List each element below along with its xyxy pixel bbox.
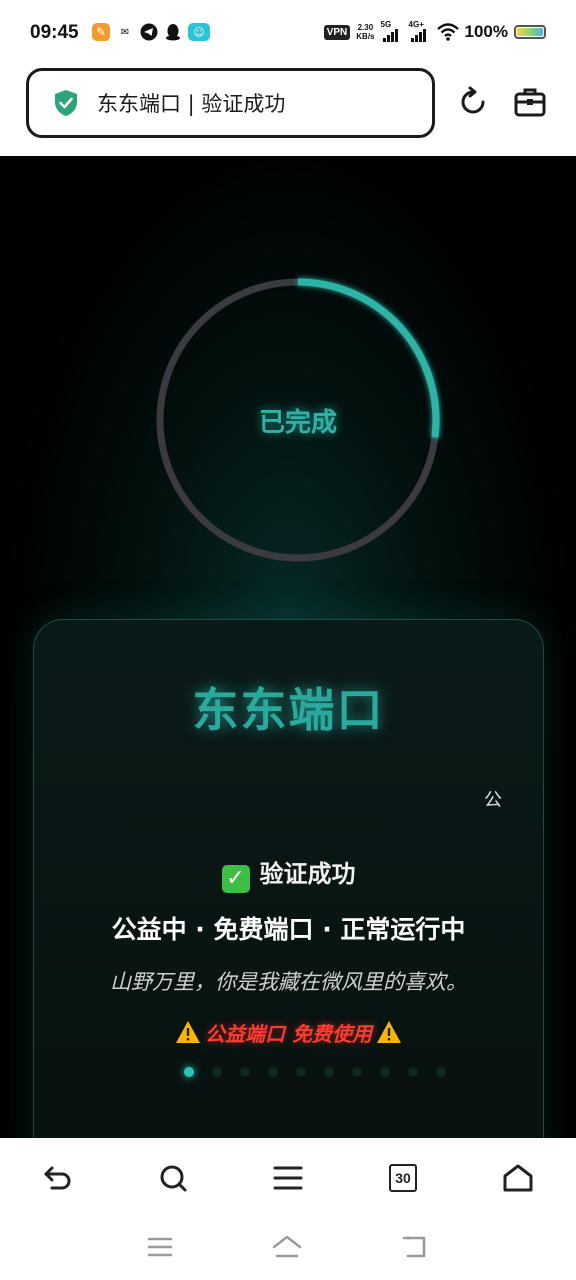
back-arrow-icon	[44, 1166, 71, 1190]
system-home-icon	[272, 1235, 302, 1258]
status-bar: 09:45 ✎ ✉ ☺ VPN 2.30 KB/s 5G 4G+ 100%	[0, 0, 576, 66]
system-indicators: VPN 2.30 KB/s 5G 4G+ 100%	[323, 20, 546, 42]
system-back-icon	[402, 1236, 426, 1258]
search-icon	[160, 1165, 187, 1192]
verified-status: ✓ 验证成功	[34, 854, 543, 893]
toolbox-icon	[514, 88, 546, 117]
progress-ring: 已完成	[150, 272, 446, 568]
quote-text: 山野万里，你是我藏在微风里的喜欢。	[110, 970, 467, 994]
progress-label: 已完成	[258, 407, 337, 438]
carousel-dot[interactable]	[324, 1067, 334, 1077]
system-home-button[interactable]	[270, 1232, 304, 1262]
recent-apps-icon	[147, 1237, 173, 1257]
carousel-dot[interactable]	[380, 1067, 390, 1077]
signal-5g-icon: 5G	[381, 20, 403, 42]
network-speed: 2.30 KB/s	[356, 23, 375, 41]
refresh-button[interactable]	[455, 84, 491, 120]
check-mark-icon: ✓	[221, 865, 250, 893]
info-card: 东东端口 公 ✓ 验证成功 公益中 · 免费端口 · 正常运行中 山野万里，你是我…	[33, 619, 544, 1138]
carousel-dots	[184, 1067, 446, 1077]
carousel-dot[interactable]	[268, 1067, 278, 1077]
home-icon	[503, 1164, 533, 1192]
carousel-dot[interactable]	[240, 1067, 250, 1077]
menu-icon	[273, 1166, 303, 1190]
wifi-icon	[436, 23, 459, 41]
tabs-button[interactable]: 30	[383, 1158, 423, 1198]
app-icon: ☺	[188, 23, 210, 41]
search-button[interactable]	[153, 1158, 193, 1198]
vpn-badge: VPN	[323, 24, 351, 40]
carousel-dot[interactable]	[212, 1067, 222, 1077]
browser-bottom-bar: 30	[0, 1138, 576, 1216]
carousel-dot[interactable]	[408, 1067, 418, 1077]
shield-check-icon	[55, 90, 77, 116]
browser-toolbar: 东东端口 | 验证成功	[0, 66, 576, 156]
mail-icon: ✉	[120, 26, 130, 38]
menu-button[interactable]	[268, 1158, 308, 1198]
battery-percent: 100%	[464, 22, 508, 41]
toolbox-button[interactable]	[512, 84, 548, 120]
carousel-dot[interactable]	[296, 1067, 306, 1077]
recent-apps-button[interactable]	[143, 1232, 177, 1262]
web-page: 已完成 东东端口 公 ✓ 验证成功 公益中 · 免费端口 · 正常运行中 山野万里…	[0, 156, 576, 1138]
battery-icon	[514, 25, 546, 39]
home-button[interactable]	[498, 1158, 538, 1198]
qq-icon	[164, 23, 182, 41]
warning-icon	[376, 1020, 402, 1044]
service-status: 公益中 · 免费端口 · 正常运行中	[111, 915, 466, 944]
system-nav-bar	[0, 1216, 576, 1280]
card-title: 东东端口	[192, 683, 385, 737]
telegram-icon	[140, 23, 158, 41]
carousel-dot[interactable]	[436, 1067, 446, 1077]
free-warning: 公益端口 免费使用	[34, 1018, 543, 1047]
app-notification-icon: ✎	[92, 23, 110, 41]
carousel-dot[interactable]	[352, 1067, 362, 1077]
warning-icon	[175, 1020, 201, 1044]
page-title: 东东端口 | 验证成功	[97, 92, 286, 116]
address-bar[interactable]: 东东端口 | 验证成功	[26, 68, 435, 138]
refresh-icon	[461, 86, 485, 114]
signal-4g-icon: 4G+	[409, 20, 431, 42]
back-button[interactable]	[38, 1158, 78, 1198]
scrolling-notice: 公	[484, 790, 502, 811]
tab-count-badge: 30	[389, 1164, 417, 1192]
status-time: 09:45	[30, 22, 79, 43]
system-back-button[interactable]	[398, 1232, 432, 1262]
notification-icons: ✎ ✉ ☺	[92, 23, 210, 41]
carousel-dot-active[interactable]	[184, 1067, 194, 1077]
